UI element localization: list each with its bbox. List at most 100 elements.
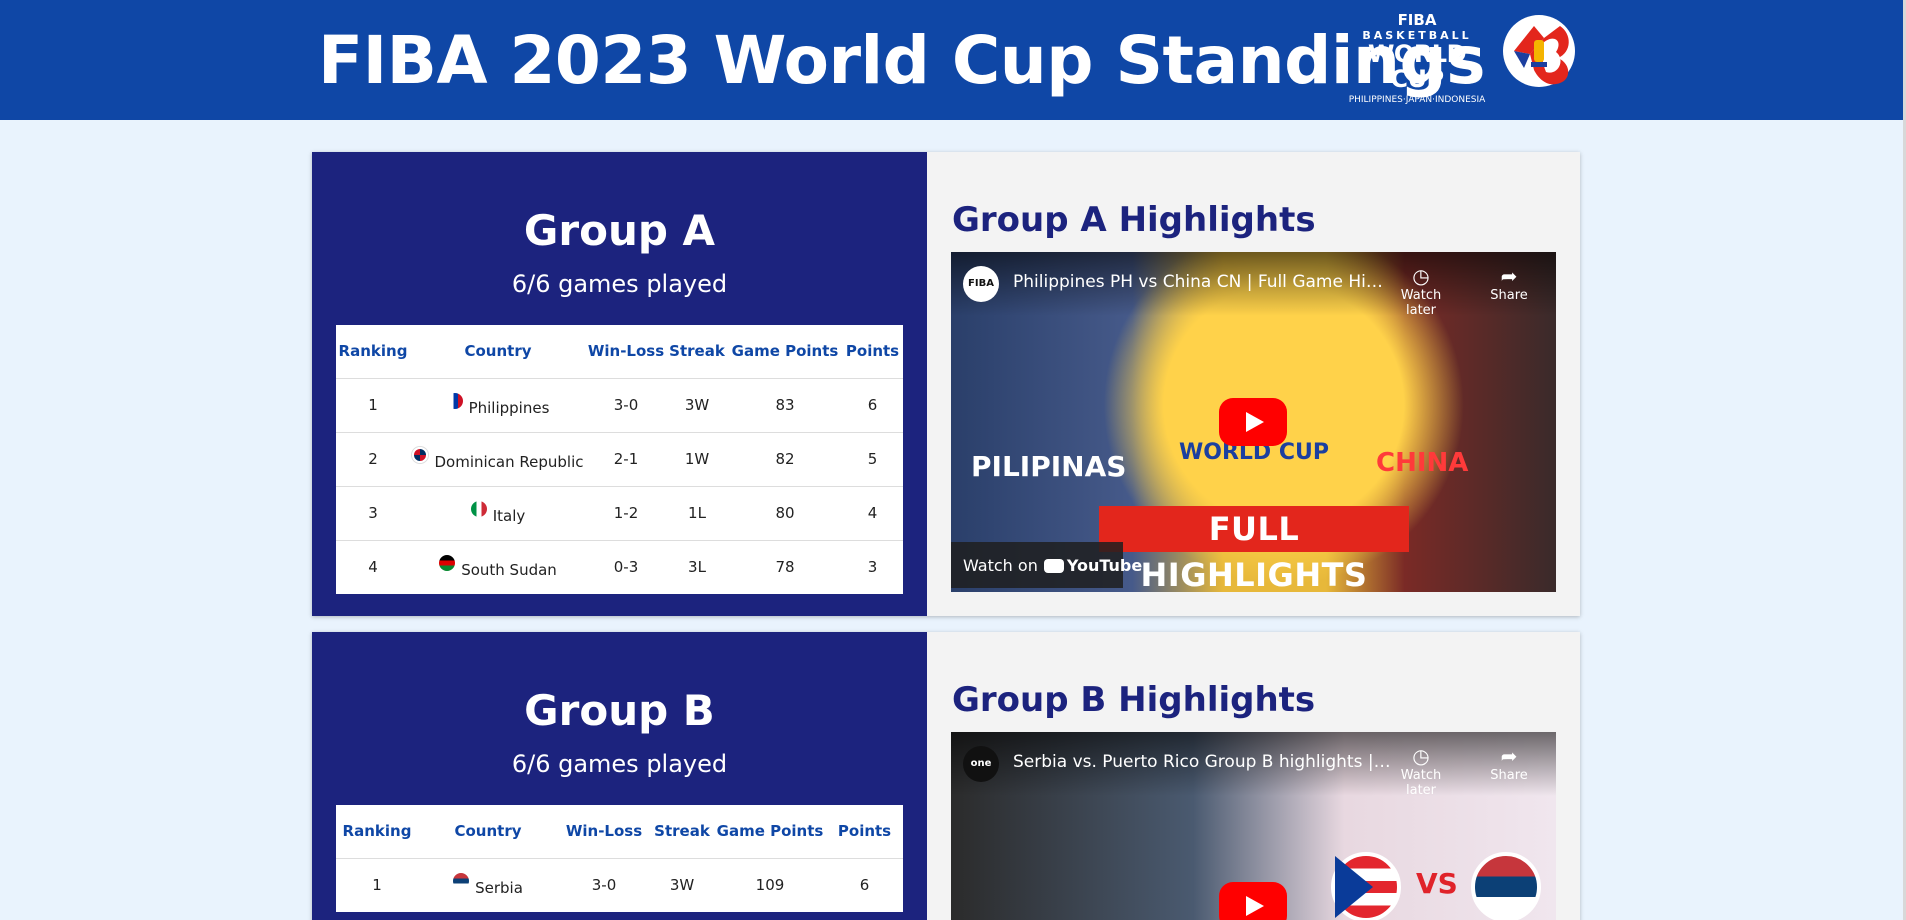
country-name: Serbia xyxy=(475,879,523,898)
clock-icon: ◷ xyxy=(1412,744,1430,768)
dominican-republic-flag-icon xyxy=(412,447,429,463)
video-embed-group-a[interactable]: PILIPINAS CHINA WORLD CUP FULL HIGHLIGHT… xyxy=(951,252,1556,592)
south-sudan-flag-icon xyxy=(439,555,456,572)
column-header-streak: Streak xyxy=(666,325,728,379)
logo-hosts-text: PHILIPPINES·JAPAN·INDONESIA xyxy=(1348,95,1486,105)
country-name: Italy xyxy=(492,507,526,525)
games-played-text: 6/6 games played xyxy=(511,750,728,778)
thumbnail-vs-text: VS xyxy=(1416,867,1458,900)
share-arrow-icon: ➦ xyxy=(1500,264,1518,288)
world-cup-logo: FIBA BASKETBALL WORLD CUP PHILIPPINES·JA… xyxy=(1347,11,1487,105)
share-label: Share xyxy=(1490,288,1528,303)
logo-fiba-text: FIBA xyxy=(1397,11,1437,29)
youtube-play-button[interactable] xyxy=(1219,398,1287,446)
country-name: Dominican Republic xyxy=(434,453,584,471)
table-header-row: Ranking Country Win-Loss Streak Game Poi… xyxy=(336,325,903,379)
table-row: 2 Dominican Republic 2-1 1W 82 5 xyxy=(336,432,903,487)
channel-avatar[interactable]: one xyxy=(963,746,999,782)
philippines-flag-icon xyxy=(446,393,463,409)
column-header-points: Points xyxy=(826,805,903,859)
cell-streak: 3L xyxy=(688,558,706,577)
cell-streak: 1W xyxy=(666,432,728,487)
cell-ranking: 1 xyxy=(336,378,410,433)
cell-game-points: 78 xyxy=(775,558,795,577)
cell-points: 6 xyxy=(859,876,870,895)
cell-ranking: 1 xyxy=(372,876,382,895)
watch-later-button[interactable]: ◷ Watch later xyxy=(1391,744,1451,798)
serbia-flag-icon xyxy=(1471,852,1541,920)
country-name: South Sudan xyxy=(461,561,557,580)
cell-streak: 3W xyxy=(666,378,728,433)
thumbnail-jersey-right: CHINA xyxy=(1376,448,1469,478)
youtube-icon xyxy=(1043,559,1064,573)
page-header: FIBA 2023 World Cup Standings FIBA BASKE… xyxy=(0,0,1903,120)
cell-ranking: 3 xyxy=(336,486,410,541)
column-header-country: Country xyxy=(418,805,558,859)
cell-country: Dominican Republic xyxy=(410,432,586,487)
group-card-a: Group A 6/6 games played Ranking Country… xyxy=(312,152,1580,616)
highlights-title: Group B Highlights xyxy=(952,680,1316,720)
youtube-logo: YouTube xyxy=(1043,556,1143,575)
world-cup-emblem-icon xyxy=(1503,15,1575,87)
share-button[interactable]: ➦ Share xyxy=(1479,744,1539,783)
group-title: Group B xyxy=(524,686,715,735)
italy-flag-icon xyxy=(470,501,487,517)
country-name: Philippines xyxy=(468,399,550,417)
cell-ranking: 2 xyxy=(336,432,410,487)
group-title: Group A xyxy=(523,206,716,255)
logo-world-cup-text: WORLD CUP xyxy=(1367,40,1467,93)
cell-game-points: 80 xyxy=(728,486,842,541)
standings-table: Ranking Country Win-Loss Streak Game Poi… xyxy=(336,805,903,912)
video-title-link[interactable]: Serbia vs. Puerto Rico Group B highlight… xyxy=(1013,752,1393,772)
youtube-label: YouTube xyxy=(1066,556,1143,575)
watch-later-label: Watch later xyxy=(1400,768,1442,798)
cell-points: 4 xyxy=(842,486,903,541)
standings-table: Ranking Country Win-Loss Streak Game Poi… xyxy=(336,325,903,594)
highlights-title: Group A Highlights xyxy=(952,200,1316,240)
table-row: 3 Italy 1-2 1L 80 4 xyxy=(336,486,903,541)
column-header-game-points: Game Points xyxy=(714,805,826,859)
video-embed-group-b[interactable]: VS one Serbia vs. Puerto Rico Group B hi… xyxy=(951,732,1556,920)
puerto-rico-flag-icon xyxy=(1331,852,1401,920)
cell-streak: 1L xyxy=(666,486,728,541)
watch-later-label: Watch later xyxy=(1400,288,1442,318)
cell-win-loss: 1-2 xyxy=(586,486,666,541)
watch-on-youtube-button[interactable]: Watch on YouTube xyxy=(951,542,1142,588)
table-row: 4 South Sudan 0-3 3L 78 3 xyxy=(336,540,903,594)
column-header-streak: Streak xyxy=(650,805,714,859)
cell-game-points: 109 xyxy=(755,876,785,895)
column-header-win-loss: Win-Loss xyxy=(586,325,666,379)
serbia-flag-icon xyxy=(453,873,470,890)
column-header-ranking: Ranking xyxy=(336,805,418,859)
table-header-row: Ranking Country Win-Loss Streak Game Poi… xyxy=(336,805,903,859)
column-header-game-points: Game Points xyxy=(728,325,842,379)
group-b-standings-panel: Group B 6/6 games played Ranking Country… xyxy=(312,632,927,920)
full-highlights-banner: FULL HIGHLIGHTS xyxy=(1099,506,1409,592)
cell-country: South Sudan xyxy=(410,540,586,594)
group-a-standings-panel: Group A 6/6 games played Ranking Country… xyxy=(312,152,927,616)
cell-win-loss: 3-0 xyxy=(586,378,666,433)
share-label: Share xyxy=(1490,768,1528,783)
cell-country: Serbia xyxy=(418,858,558,912)
cell-ranking: 4 xyxy=(368,558,378,577)
watch-on-label: Watch on xyxy=(963,556,1038,575)
clock-icon: ◷ xyxy=(1412,264,1430,288)
cell-country: Philippines xyxy=(410,378,586,433)
table-row: 1 Serbia 3-0 3W 109 6 xyxy=(336,858,903,912)
cell-points: 3 xyxy=(867,558,878,577)
cell-win-loss: 0-3 xyxy=(613,558,639,577)
table-row: 1 Philippines 3-0 3W 83 6 xyxy=(336,378,903,433)
cell-points: 5 xyxy=(842,432,903,487)
cell-points: 6 xyxy=(842,378,903,433)
youtube-play-button[interactable] xyxy=(1219,882,1287,920)
column-header-win-loss: Win-Loss xyxy=(558,805,650,859)
channel-avatar[interactable]: FIBA xyxy=(963,266,999,302)
column-header-ranking: Ranking xyxy=(336,325,410,379)
page-title: FIBA 2023 World Cup Standings xyxy=(318,22,1486,99)
column-header-points: Points xyxy=(842,325,903,379)
watch-later-button[interactable]: ◷ Watch later xyxy=(1391,264,1451,318)
cell-win-loss: 2-1 xyxy=(586,432,666,487)
video-title-link[interactable]: Philippines PH vs China CN | Full Game H… xyxy=(1013,272,1393,292)
share-button[interactable]: ➦ Share xyxy=(1479,264,1539,303)
cell-streak: 3W xyxy=(669,876,695,895)
